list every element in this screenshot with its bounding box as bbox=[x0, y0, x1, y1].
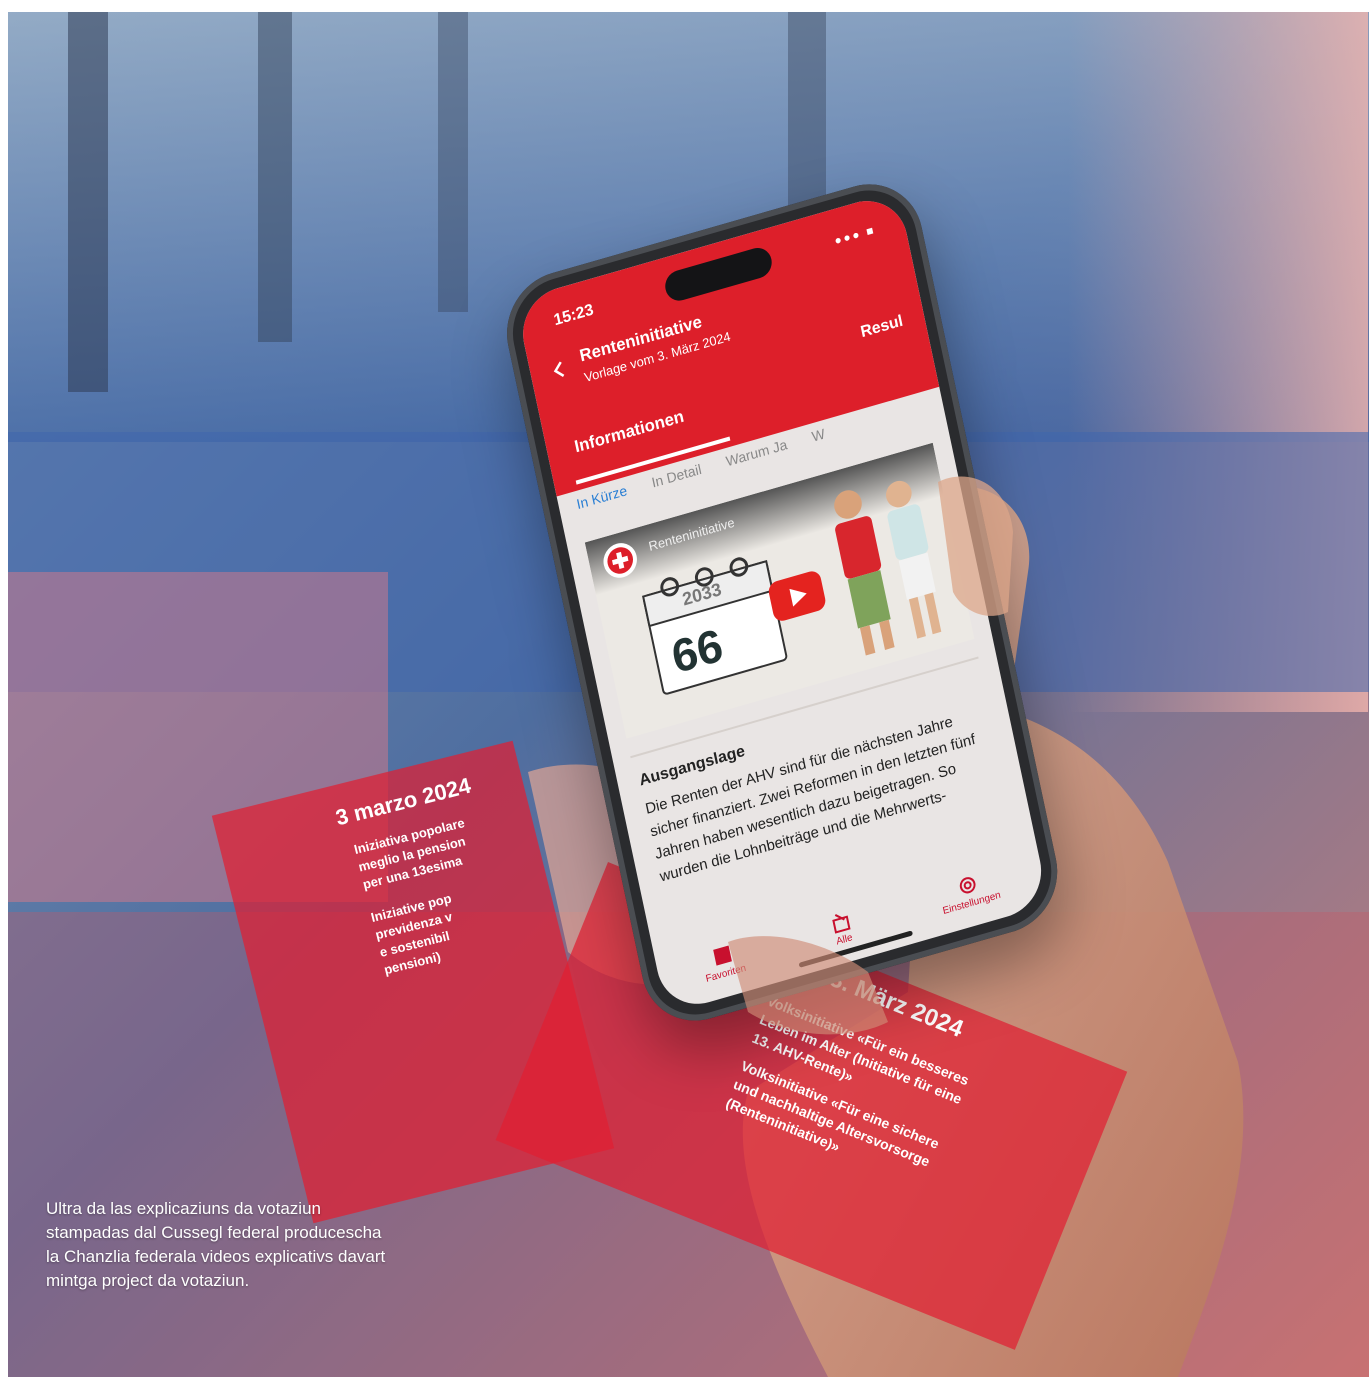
fingers-overlay bbox=[728, 476, 1013, 1035]
photo: 3 marzo 2024 Iniziativa popolare meglio … bbox=[8, 12, 1369, 1377]
photo-caption: Ultra da las explicaziuns da votaziun st… bbox=[46, 1199, 386, 1290]
